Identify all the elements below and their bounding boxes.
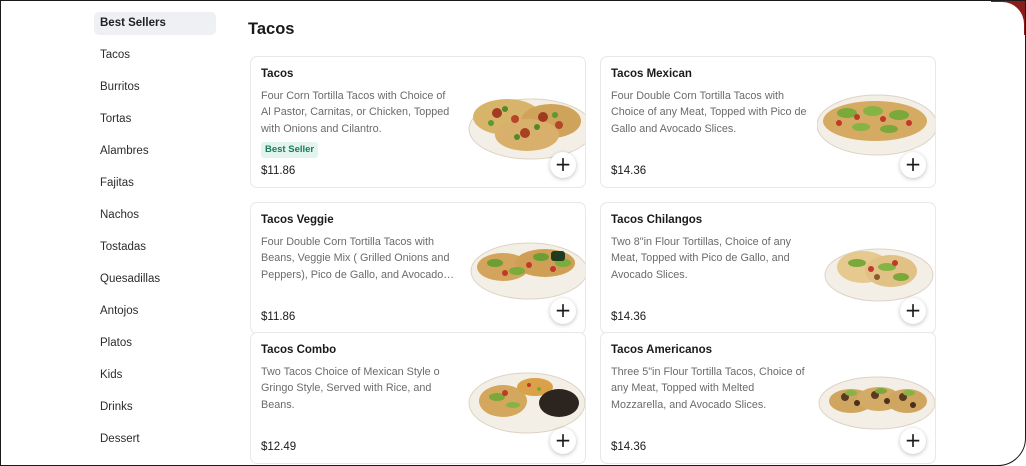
best-seller-badge: Best Seller (261, 142, 319, 158)
menu-item-name: Tacos (261, 68, 294, 80)
menu-item-description: Three 5"in Flour Tortilla Tacos, Choice … (611, 366, 805, 411)
menu-item-description: Four Double Corn Tortilla Tacos with Bea… (261, 236, 450, 281)
menu-item-price: $14.36 (611, 165, 647, 177)
add-to-cart-button[interactable]: + (900, 152, 926, 178)
menu-item-name: Tacos Veggie (261, 214, 334, 226)
menu-item-name: Tacos Chilangos (611, 214, 703, 226)
sidebar-item-dessert[interactable]: Dessert (94, 428, 216, 451)
sidebar-item-quesadillas[interactable]: Quesadillas (94, 268, 216, 291)
menu-item-name: Tacos Mexican (611, 68, 692, 80)
sidebar-item-kids[interactable]: Kids (94, 364, 216, 387)
add-to-cart-button[interactable]: + (550, 298, 576, 324)
sidebar-item-nachos[interactable]: Nachos (94, 204, 216, 227)
sidebar-item-antojos[interactable]: Antojos (94, 300, 216, 323)
sidebar-item-drinks[interactable]: Drinks (94, 396, 216, 419)
sidebar-item-tacos[interactable]: Tacos (94, 44, 216, 67)
menu-item-card-tacos-mexican[interactable]: Tacos Mexican Four Double Corn Tortilla … (600, 56, 936, 188)
menu-item-price: $12.49 (261, 441, 297, 453)
sidebar-item-best-sellers[interactable]: Best Sellers (94, 12, 216, 35)
menu-item-card-tacos-chilangos[interactable]: Tacos Chilangos Two 8"in Flour Tortillas… (600, 202, 936, 334)
menu-item-card-tacos-americanos[interactable]: Tacos Americanos Three 5"in Flour Tortil… (600, 332, 936, 464)
plus-icon: + (904, 298, 922, 322)
add-to-cart-button[interactable]: + (900, 298, 926, 324)
plus-icon: + (904, 152, 922, 176)
plus-icon: + (904, 428, 922, 452)
menu-item-description: Two Tacos Choice of Mexican Style o Grin… (261, 366, 440, 411)
menu-item-price: $14.36 (611, 311, 647, 323)
menu-item-description: Four Corn Tortilla Tacos with Choice of … (261, 90, 450, 135)
menu-item-card-tacos[interactable]: Tacos Four Corn Tortilla Tacos with Choi… (250, 56, 586, 188)
sidebar-item-platos[interactable]: Platos (94, 332, 216, 355)
add-to-cart-button[interactable]: + (900, 428, 926, 454)
section-title: Tacos (248, 20, 295, 38)
menu-item-card-tacos-combo[interactable]: Tacos Combo Two Tacos Choice of Mexican … (250, 332, 586, 464)
menu-item-description: Four Double Corn Tortilla Tacos with Cho… (611, 90, 807, 135)
plus-icon: + (554, 428, 572, 452)
plus-icon: + (554, 152, 572, 176)
category-sidebar: Best Sellers Tacos Burritos Tortas Alamb… (94, 12, 216, 460)
menu-item-card-tacos-veggie[interactable]: Tacos Veggie Four Double Corn Tortilla T… (250, 202, 586, 334)
sidebar-item-tostadas[interactable]: Tostadas (94, 236, 216, 259)
add-to-cart-button[interactable]: + (550, 428, 576, 454)
sidebar-item-alambres[interactable]: Alambres (94, 140, 216, 163)
sidebar-item-burritos[interactable]: Burritos (94, 76, 216, 99)
add-to-cart-button[interactable]: + (550, 152, 576, 178)
menu-item-price: $11.86 (261, 165, 296, 177)
plus-icon: + (554, 298, 572, 322)
menu-item-description: Two 8"in Flour Tortillas, Choice of any … (611, 236, 792, 281)
sidebar-item-fajitas[interactable]: Fajitas (94, 172, 216, 195)
menu-item-name: Tacos Combo (261, 344, 337, 356)
menu-item-price: $11.86 (261, 311, 296, 323)
menu-item-price: $14.36 (611, 441, 647, 453)
sidebar-item-tortas[interactable]: Tortas (94, 108, 216, 131)
app-window: Best Sellers Tacos Burritos Tortas Alamb… (0, 0, 1026, 466)
menu-item-name: Tacos Americanos (611, 344, 712, 356)
